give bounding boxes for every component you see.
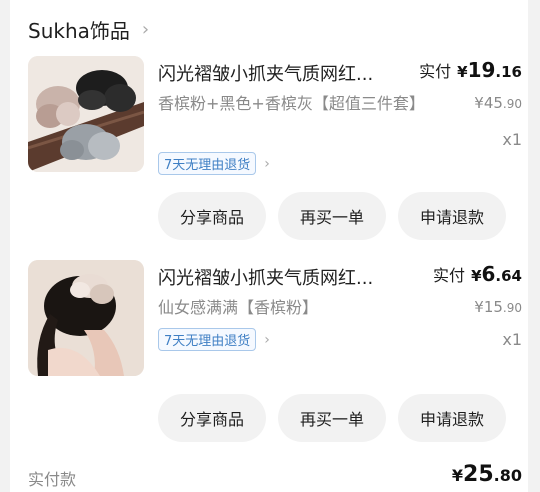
order-item: 闪光褶皱小抓夹气质网红... 实付 ¥19.16 香槟粉+黑色+香槟灰【超值三件… [28,56,522,246]
product-sku: 仙女感满满【香槟粉】 [158,298,319,317]
share-product-button[interactable]: 分享商品 [158,394,266,442]
shop-header[interactable]: Sukha饰品 › [28,14,149,44]
return-policy-badge: 7天无理由退货 [158,152,257,175]
paid-amount: ¥19.16 [457,58,522,82]
chevron-right-icon: › [264,331,270,348]
quantity: x1 [502,330,522,349]
order-item: 闪光褶皱小抓夹气质网红... 实付 ¥6.64 仙女感满满【香槟粉】 ¥15.9… [28,260,522,450]
paid-price: 实付 ¥19.16 [419,58,522,82]
request-refund-button[interactable]: 申请退款 [398,394,506,442]
chevron-right-icon: › [264,155,270,172]
return-policy-tag[interactable]: 7天无理由退货 › [158,328,270,351]
buy-again-button[interactable]: 再买一单 [278,192,386,240]
product-title[interactable]: 闪光褶皱小抓夹气质网红... [158,264,406,290]
order-card: Sukha饰品 › 闪光褶皱小抓夹气质网红... 实付 ¥19.16 香槟粉+黑… [10,0,528,492]
share-product-button[interactable]: 分享商品 [158,192,266,240]
product-title[interactable]: 闪光褶皱小抓夹气质网红... [158,60,406,86]
paid-amount: ¥6.64 [471,262,522,286]
product-thumbnail[interactable] [28,260,144,376]
request-refund-button[interactable]: 申请退款 [398,192,506,240]
return-policy-badge: 7天无理由退货 [158,328,257,351]
quantity: x1 [502,130,522,149]
paid-price: 实付 ¥6.64 [433,262,522,286]
item-actions: 分享商品 再买一单 申请退款 [158,394,506,442]
return-policy-tag[interactable]: 7天无理由退货 › [158,152,270,175]
total-amount: ¥25.80 [451,462,522,487]
order-total: 实付款 ¥25.80 [28,462,522,490]
original-price: ¥15.90 [474,298,522,316]
chevron-right-icon: › [141,18,150,40]
product-thumbnail[interactable] [28,56,144,172]
shop-name[interactable]: Sukha饰品 [28,15,130,44]
paid-label: 实付 [433,266,466,285]
item-actions: 分享商品 再买一单 申请退款 [158,192,506,240]
original-price: ¥45.90 [474,94,522,112]
product-sku: 香槟粉+黑色+香槟灰【超值三件套】 [158,94,425,113]
paid-label: 实付 [419,62,452,81]
total-label: 实付款 [28,470,77,489]
buy-again-button[interactable]: 再买一单 [278,394,386,442]
